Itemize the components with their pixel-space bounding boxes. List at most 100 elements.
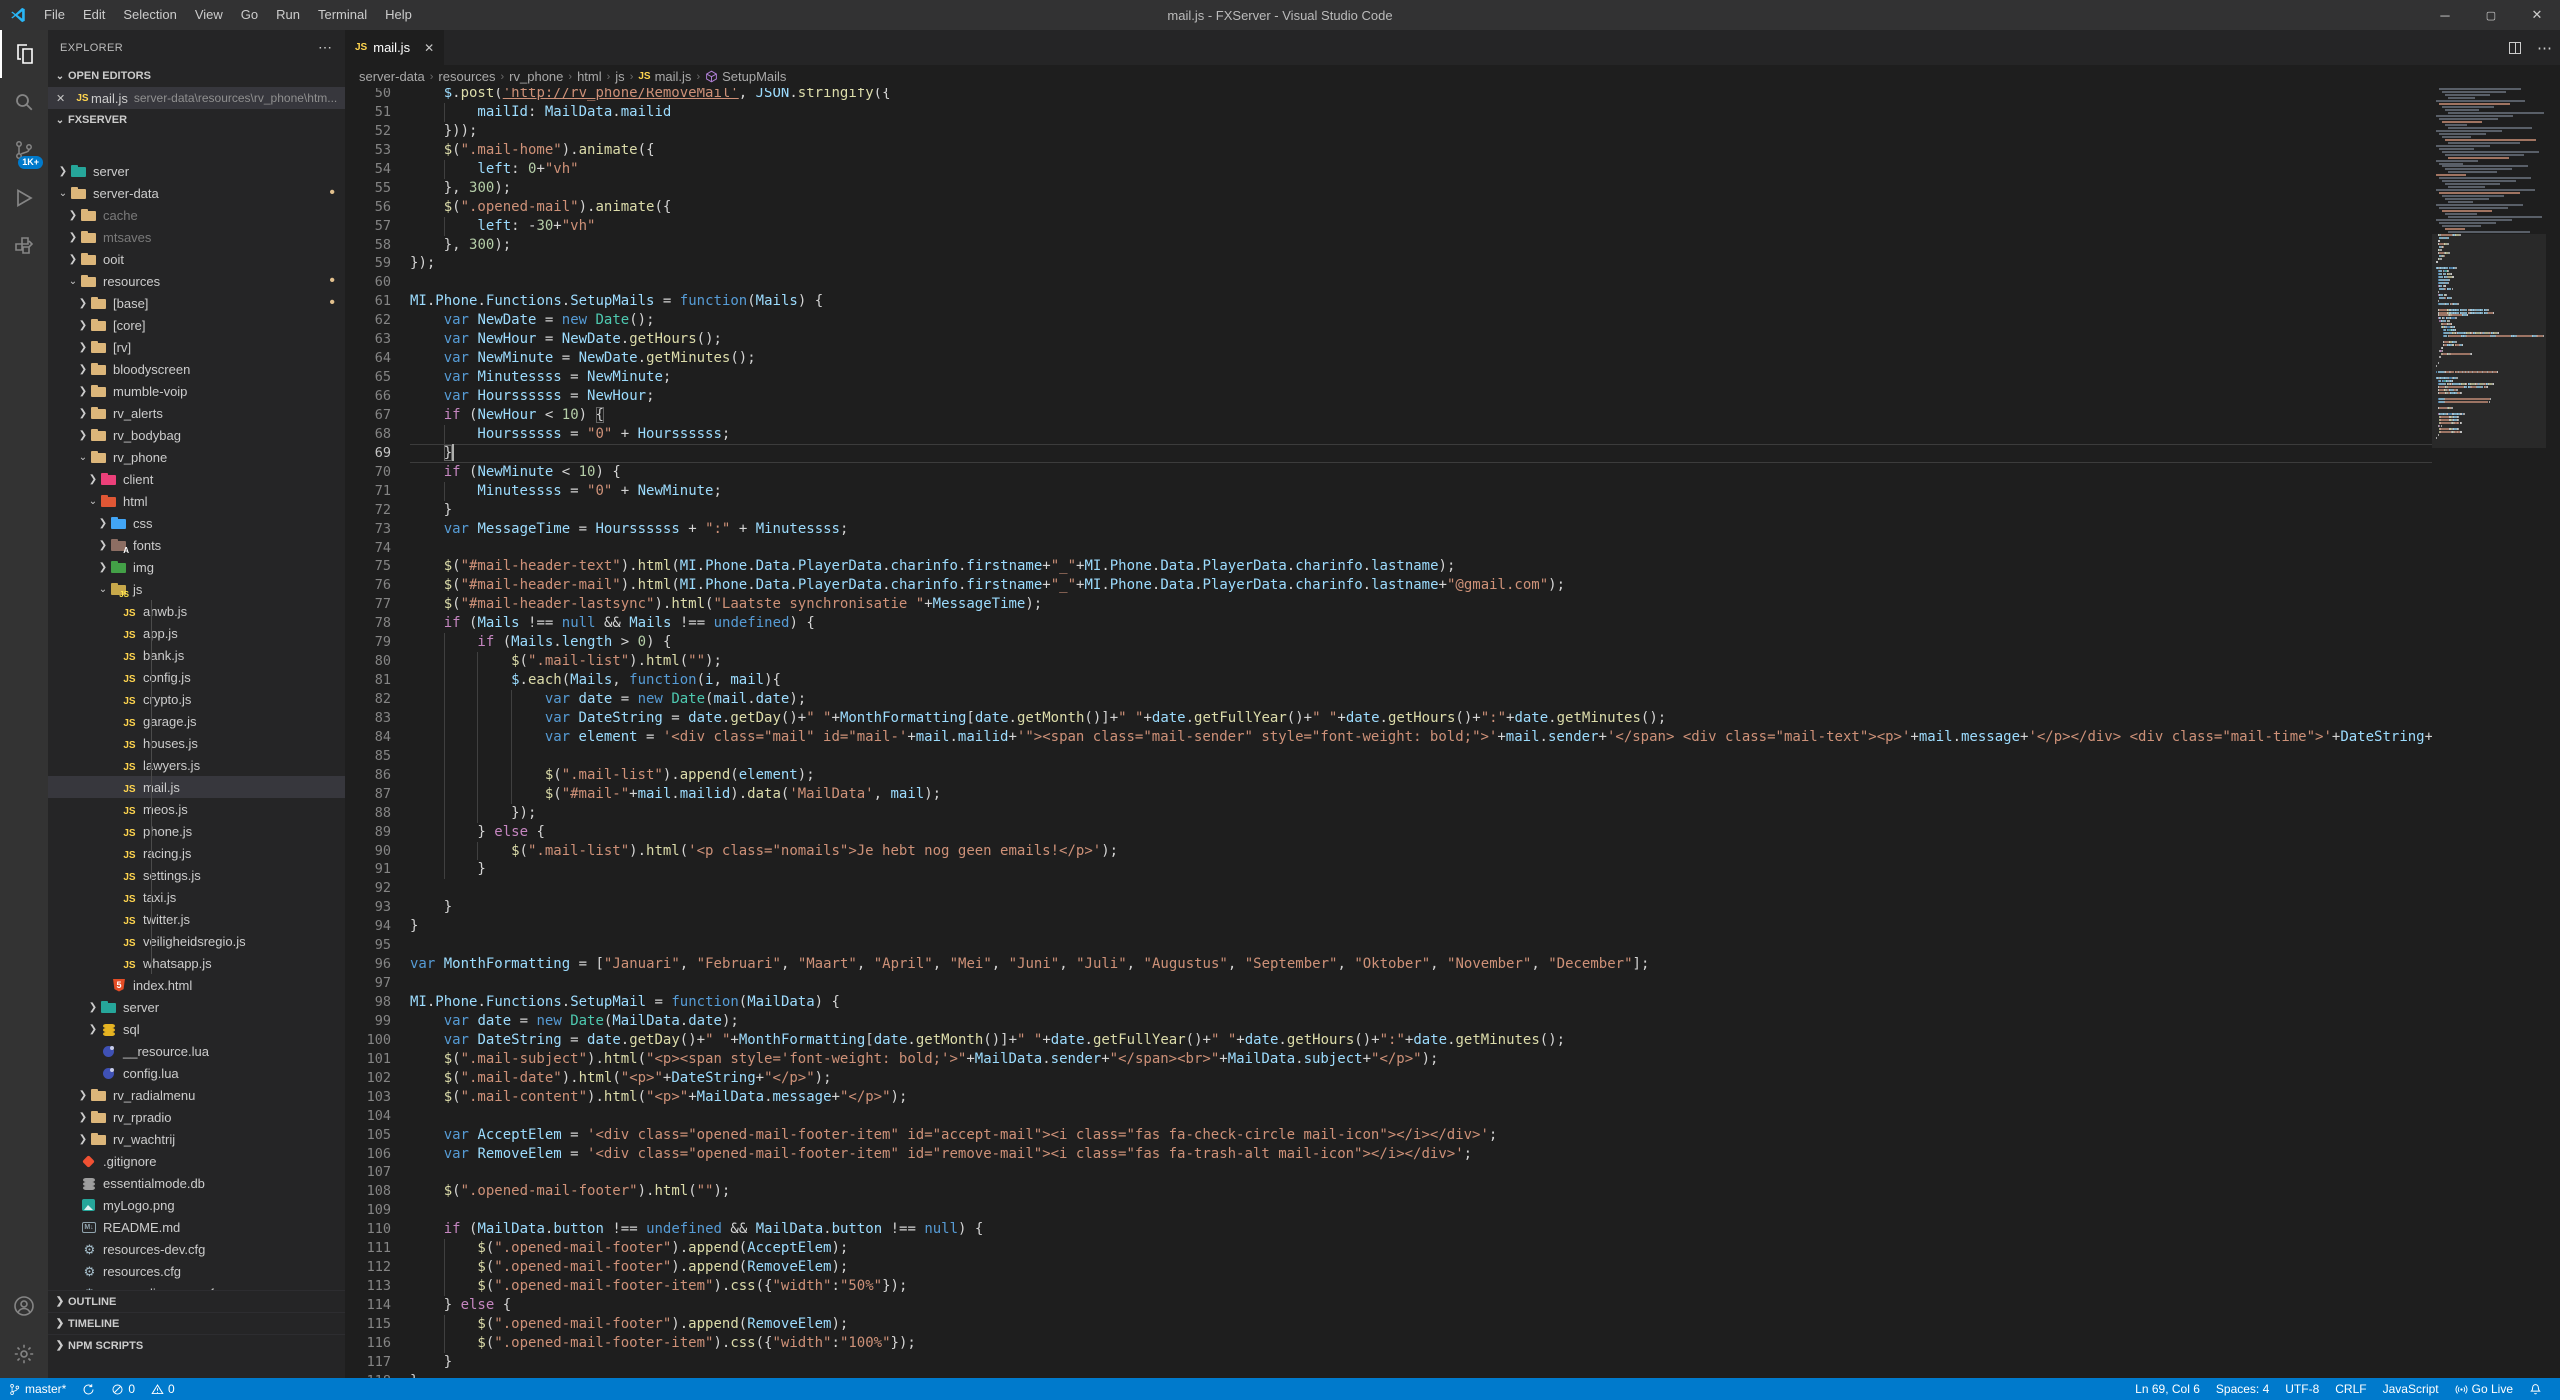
code-line-91[interactable]: 91 } (345, 860, 2432, 879)
menu-help[interactable]: Help (376, 0, 421, 30)
sidebar-section-outline[interactable]: ❯OUTLINE (48, 1290, 345, 1312)
tree-file-config.js[interactable]: JSconfig.js (48, 666, 345, 688)
status-crlf[interactable]: CRLF (2327, 1378, 2374, 1400)
code-line-98[interactable]: 98MI.Phone.Functions.SetupMail = functio… (345, 993, 2432, 1012)
code-line-106[interactable]: 106 var RemoveElem = '<div class="opened… (345, 1145, 2432, 1164)
tree-file-twitter.js[interactable]: JStwitter.js (48, 908, 345, 930)
tree-file-taxi.js[interactable]: JStaxi.js (48, 886, 345, 908)
tree-folder-rv_alerts[interactable]: ❯rv_alerts (48, 402, 345, 424)
tree-file-resources-dev.cfg[interactable]: ⚙resources-dev.cfg (48, 1238, 345, 1260)
code-line-64[interactable]: 64 var NewMinute = NewDate.getMinutes(); (345, 349, 2432, 368)
minimap-slider[interactable] (2432, 234, 2546, 448)
tree-folder-css[interactable]: ❯css (48, 512, 345, 534)
code-line-108[interactable]: 108 $(".opened-mail-footer").html(""); (345, 1182, 2432, 1201)
code-line-99[interactable]: 99 var date = new Date(MailData.date); (345, 1012, 2432, 1031)
code-line-94[interactable]: 94} (345, 917, 2432, 936)
tree-folder-bloodyscreen[interactable]: ❯bloodyscreen (48, 358, 345, 380)
code-line-78[interactable]: 78 if (Mails !== null && Mails !== undef… (345, 614, 2432, 633)
code-line-82[interactable]: 82 var date = new Date(mail.date); (345, 690, 2432, 709)
tree-folder-server[interactable]: ❯server (48, 996, 345, 1018)
code-line-86[interactable]: 86 $(".mail-list").append(element); (345, 766, 2432, 785)
code-line-61[interactable]: 61MI.Phone.Functions.SetupMails = functi… (345, 292, 2432, 311)
code-line-89[interactable]: 89 } else { (345, 823, 2432, 842)
code-viewport[interactable]: 50 $.post('http://rv_phone/RemoveMail', … (345, 88, 2432, 1378)
activitybar-search-icon[interactable] (0, 78, 48, 126)
menu-edit[interactable]: Edit (74, 0, 114, 30)
code-line-68[interactable]: 68 Hourssssss = "0" + Hourssssss; (345, 425, 2432, 444)
tree-folder-rv_radialmenu[interactable]: ❯rv_radialmenu (48, 1084, 345, 1106)
status-ln-69-col-6[interactable]: Ln 69, Col 6 (2127, 1378, 2208, 1400)
tree-file-README.md[interactable]: M↓README.md (48, 1216, 345, 1238)
status-bell[interactable] (2521, 1378, 2550, 1400)
close-tab-icon[interactable]: ✕ (424, 41, 434, 55)
tree-folder-mtsaves[interactable]: ❯mtsaves (48, 226, 345, 248)
code-line-97[interactable]: 97 (345, 974, 2432, 993)
code-line-75[interactable]: 75 $("#mail-header-text").html(MI.Phone.… (345, 557, 2432, 576)
code-line-92[interactable]: 92 (345, 879, 2432, 898)
code-line-84[interactable]: 84 var element = '<div class="mail" id="… (345, 728, 2432, 747)
code-line-117[interactable]: 117 } (345, 1353, 2432, 1372)
code-line-62[interactable]: 62 var NewDate = new Date(); (345, 311, 2432, 330)
tree-folder-js[interactable]: ⌄JSjs (48, 578, 345, 600)
code-line-103[interactable]: 103 $(".mail-content").html("<p>"+MailDa… (345, 1088, 2432, 1107)
tree-file-__resource.lua[interactable]: __resource.lua (48, 1040, 345, 1062)
tree-file-bank.js[interactable]: JSbank.js (48, 644, 345, 666)
code-line-96[interactable]: 96var MonthFormatting = ["Januari", "Feb… (345, 955, 2432, 974)
activitybar-extensions-icon[interactable] (0, 222, 48, 270)
status-branch[interactable]: master* (0, 1378, 74, 1400)
activitybar-account-icon[interactable] (0, 1282, 48, 1330)
tree-folder-[base][interactable]: ❯[base]• (48, 292, 345, 314)
code-line-93[interactable]: 93 } (345, 898, 2432, 917)
breadcrumb-item-resources[interactable]: resources (438, 69, 495, 84)
code-line-95[interactable]: 95 (345, 936, 2432, 955)
code-line-109[interactable]: 109 (345, 1201, 2432, 1220)
tree-file-resources.cfg[interactable]: ⚙resources.cfg (48, 1260, 345, 1282)
code-line-52[interactable]: 52 })); (345, 122, 2432, 141)
more-actions-icon[interactable]: ⋯ (2537, 39, 2552, 57)
tree-file-mail.js[interactable]: JSmail.js (48, 776, 345, 798)
code-line-69[interactable]: 69 } (345, 444, 2432, 463)
code-line-105[interactable]: 105 var AcceptElem = '<div class="opened… (345, 1126, 2432, 1145)
status-error[interactable]: 0 (103, 1378, 143, 1400)
code-line-101[interactable]: 101 $(".mail-subject").html("<p><span st… (345, 1050, 2432, 1069)
code-line-85[interactable]: 85 (345, 747, 2432, 766)
tree-folder-[core][interactable]: ❯[core] (48, 314, 345, 336)
activitybar-explorer-icon[interactable] (0, 30, 48, 78)
menu-run[interactable]: Run (267, 0, 309, 30)
tree-file-.gitignore[interactable]: .gitignore (48, 1150, 345, 1172)
code-line-100[interactable]: 100 var DateString = date.getDay()+" "+M… (345, 1031, 2432, 1050)
tree-folder-img[interactable]: ❯img (48, 556, 345, 578)
tree-file-index.html[interactable]: 5index.html (48, 974, 345, 996)
code-line-104[interactable]: 104 (345, 1107, 2432, 1126)
tree-folder-ooit[interactable]: ❯ooit (48, 248, 345, 270)
status-utf-8[interactable]: UTF-8 (2277, 1378, 2327, 1400)
tree-file-settings.js[interactable]: JSsettings.js (48, 864, 345, 886)
tree-file-myLogo.png[interactable]: myLogo.png (48, 1194, 345, 1216)
code-line-116[interactable]: 116 $(".opened-mail-footer-item").css({"… (345, 1334, 2432, 1353)
code-line-87[interactable]: 87 $("#mail-"+mail.mailid).data('MailDat… (345, 785, 2432, 804)
minimap[interactable] (2432, 88, 2546, 1378)
tree-file-server-clipsaverv.cfg[interactable]: ⚙server-clipsaverv.cfg (48, 1282, 345, 1290)
tree-folder-rv_rpradio[interactable]: ❯rv_rpradio (48, 1106, 345, 1128)
tree-folder-mumble-voip[interactable]: ❯mumble-voip (48, 380, 345, 402)
code-line-81[interactable]: 81 $.each(Mails, function(i, mail){ (345, 671, 2432, 690)
tree-file-garage.js[interactable]: JSgarage.js (48, 710, 345, 732)
code-line-71[interactable]: 71 Minutessss = "0" + NewMinute; (345, 482, 2432, 501)
menu-go[interactable]: Go (232, 0, 267, 30)
workspace-header[interactable]: ⌄ FXSERVER (48, 109, 345, 131)
overview-ruler[interactable] (2546, 88, 2560, 1378)
tree-folder-fonts[interactable]: ❯Afonts (48, 534, 345, 556)
code-line-107[interactable]: 107 (345, 1163, 2432, 1182)
tree-folder-cache[interactable]: ❯cache (48, 204, 345, 226)
menu-selection[interactable]: Selection (114, 0, 185, 30)
tree-folder-rv_phone[interactable]: ⌄rv_phone (48, 446, 345, 468)
close-button[interactable]: ✕ (2514, 0, 2560, 30)
tree-folder-[rv][interactable]: ❯[rv] (48, 336, 345, 358)
activitybar-source-control-icon[interactable]: 1K+ (0, 126, 48, 174)
code-line-112[interactable]: 112 $(".opened-mail-footer").append(Remo… (345, 1258, 2432, 1277)
tree-file-meos.js[interactable]: JSmeos.js (48, 798, 345, 820)
tree-file-whatsapp.js[interactable]: JSwhatsapp.js (48, 952, 345, 974)
code-line-113[interactable]: 113 $(".opened-mail-footer-item").css({"… (345, 1277, 2432, 1296)
tree-folder-html[interactable]: ⌄html (48, 490, 345, 512)
tree-folder-server-data[interactable]: ⌄server-data• (48, 182, 345, 204)
